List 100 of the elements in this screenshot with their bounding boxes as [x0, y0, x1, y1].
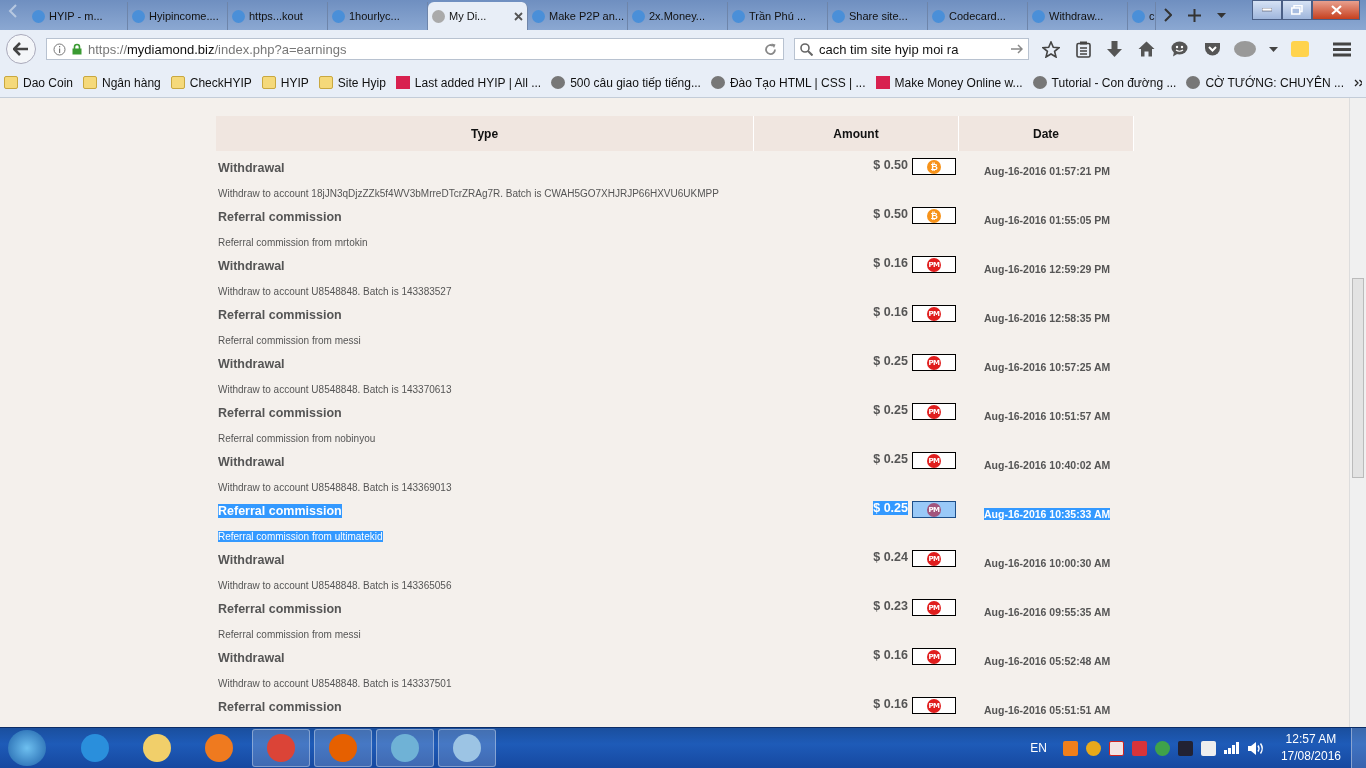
bookmark-item[interactable]: Tutorial - Con đường ... [1032, 75, 1177, 90]
transaction-type: Referral commission [218, 504, 342, 518]
signal-icon[interactable] [1223, 742, 1239, 754]
transaction-type: Withdrawal [218, 651, 285, 665]
search-field[interactable]: cach tim site hyip moi ra [794, 38, 1029, 60]
bookmark-item[interactable]: Dao Coin [4, 75, 74, 90]
bookmark-item[interactable]: Site Hyip [318, 75, 386, 90]
amount: $ 0.16 [873, 256, 908, 270]
transaction-type: Referral commission [218, 406, 342, 420]
transaction-detail: Withdraw to account U8548848. Batch is 143369013 [218, 482, 452, 493]
scrollbar[interactable] [1349, 98, 1366, 727]
transaction-type: Referral commission [218, 700, 342, 714]
home-icon[interactable] [1138, 41, 1155, 57]
amount: $ 0.25 [873, 501, 908, 515]
star-icon[interactable] [1042, 40, 1060, 58]
transaction-date: Aug-16-2016 01:57:21 PM [984, 165, 1111, 177]
transaction-type: Withdrawal [218, 259, 285, 273]
clock-time: 12:57 AM [1285, 731, 1337, 748]
column-header: Date [959, 116, 1134, 151]
transaction-date: Aug-16-2016 09:55:35 AM [984, 606, 1111, 618]
amount: $ 0.50 [873, 158, 908, 172]
download-icon[interactable] [1107, 40, 1122, 58]
amount: $ 0.25 [873, 452, 908, 466]
tray-icon[interactable] [1062, 740, 1078, 756]
go-arrow-icon[interactable] [1011, 44, 1023, 54]
more-bookmarks-icon[interactable] [1354, 78, 1362, 87]
close-button[interactable] [1312, 0, 1360, 20]
taskbar-app-icon[interactable] [438, 729, 496, 767]
tray-icon[interactable] [1200, 740, 1216, 756]
transaction-detail: Referral commission from ultimatekid [218, 531, 383, 542]
clock-date: 17/08/2016 [1280, 748, 1341, 765]
bookmark-item[interactable]: 500 câu giao tiếp tiếng... [551, 75, 701, 90]
caret-icon[interactable] [1269, 46, 1278, 52]
currency-badge: ₿ [912, 158, 956, 175]
transaction-date: Aug-16-2016 10:35:33 AM [984, 508, 1111, 520]
transaction-date: Aug-16-2016 05:51:51 AM [984, 704, 1111, 716]
transaction-detail: Withdraw to account U8548848. Batch is 143365056 [218, 580, 452, 591]
transaction-detail: Withdraw to account U8548848. Batch is 143370613 [218, 384, 452, 395]
bookmark-item[interactable]: CỜ TƯỚNG: CHUYÊN ... [1186, 75, 1345, 90]
amount: $ 0.16 [873, 697, 908, 711]
start-button[interactable] [8, 730, 46, 766]
menu-icon[interactable] [1333, 41, 1351, 57]
transaction-detail: Referral commission from nobinyou [218, 433, 376, 444]
url-text: https://mydiamond.biz/index.php?a=earnings [88, 41, 348, 57]
transaction-type: Withdrawal [218, 357, 285, 371]
browser-tab[interactable]: My Di... [428, 2, 528, 30]
amount: $ 0.24 [873, 550, 908, 564]
scroll-right-icon[interactable] [1164, 8, 1172, 22]
transaction-type: Referral commission [218, 308, 342, 322]
amount: $ 0.50 [873, 207, 908, 221]
transaction-detail: Withdraw to account 18jJN3qDjzZZk5f4WV3bMrreDTcrZRAg7R. Batch is CWAH5GO7XHJRJP66HXVU6UKMPP [218, 188, 719, 199]
transaction-type: Withdrawal [218, 161, 285, 175]
tray-icon[interactable] [1085, 740, 1101, 756]
column-header: Type [216, 116, 754, 151]
caret-icon[interactable] [1217, 12, 1226, 18]
transaction-date: Aug-16-2016 05:52:48 AM [984, 655, 1111, 667]
address-field[interactable]: https://mydiamond.biz/index.php?a=earnings [46, 38, 784, 60]
transaction-type: Withdrawal [218, 553, 285, 567]
language-indicator[interactable]: EN [1030, 741, 1047, 755]
bookmark-item[interactable]: CheckHYIP [170, 75, 252, 90]
close-icon[interactable] [1330, 5, 1342, 15]
transaction-date: Aug-16-2016 12:59:29 PM [984, 263, 1111, 275]
minimize-button[interactable] [1252, 0, 1282, 20]
transaction-type: Referral commission [218, 602, 342, 616]
transaction-detail: Referral commission from messi [218, 335, 361, 346]
currency-badge: ₿ [912, 207, 956, 224]
tray-icon[interactable] [1108, 740, 1124, 756]
lock-icon [72, 43, 82, 55]
pocket-icon[interactable] [1204, 41, 1221, 57]
transaction-date: Aug-16-2016 10:51:57 AM [984, 410, 1111, 422]
transaction-type: Withdrawal [218, 455, 285, 469]
chat-icon[interactable] [1171, 41, 1188, 57]
clipboard-icon[interactable] [1076, 40, 1091, 58]
new-tab-icon[interactable] [1188, 8, 1201, 22]
transaction-detail: Withdraw to account U8548848. Batch is 143383527 [218, 286, 452, 297]
transaction-date: Aug-16-2016 10:40:02 AM [984, 459, 1111, 471]
transaction-detail: Referral commission from messi [218, 629, 361, 640]
bookmark-item[interactable]: HYIP [261, 75, 309, 90]
minimize-icon[interactable] [1262, 8, 1272, 12]
info-icon[interactable] [53, 42, 66, 56]
transaction-date: Aug-16-2016 12:58:35 PM [984, 312, 1111, 324]
amount: $ 0.23 [873, 599, 908, 613]
maximize-button[interactable] [1282, 0, 1312, 20]
amount: $ 0.16 [873, 305, 908, 319]
transaction-date: Aug-16-2016 10:57:25 AM [984, 361, 1111, 373]
bookmark-item[interactable]: Last added HYIP | All ... [395, 75, 542, 90]
tray-icon[interactable] [1177, 740, 1193, 756]
amount: $ 0.25 [873, 403, 908, 417]
back-arrow-icon[interactable] [13, 42, 29, 56]
close-tab-icon[interactable] [514, 11, 523, 21]
transaction-type: Referral commission [218, 210, 342, 224]
transaction-detail: Referral commission from mrtokin [218, 237, 368, 248]
volume-icon[interactable] [1246, 740, 1265, 756]
bookmark-item[interactable]: Make Money Online w... [875, 75, 1023, 90]
column-header: Amount [754, 116, 959, 151]
bookmark-item[interactable]: Đào Tạo HTML | CSS | ... [710, 75, 866, 90]
transaction-date: Aug-16-2016 10:00:30 AM [984, 557, 1111, 569]
bookmark-item[interactable]: Ngân hàng [83, 75, 161, 90]
reload-icon[interactable] [764, 42, 777, 56]
back-button[interactable] [6, 34, 36, 64]
